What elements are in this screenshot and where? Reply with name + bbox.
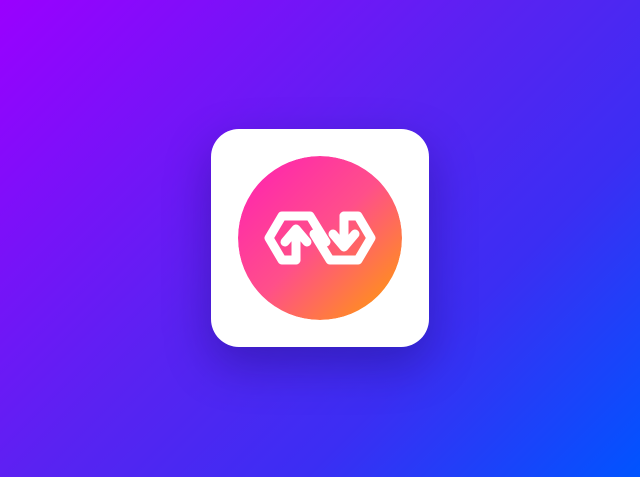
- app-icon-tile[interactable]: [211, 129, 429, 347]
- linked-chain-arrows-icon: [238, 156, 402, 320]
- gradient-background: [0, 0, 640, 477]
- app-logo: [238, 156, 402, 320]
